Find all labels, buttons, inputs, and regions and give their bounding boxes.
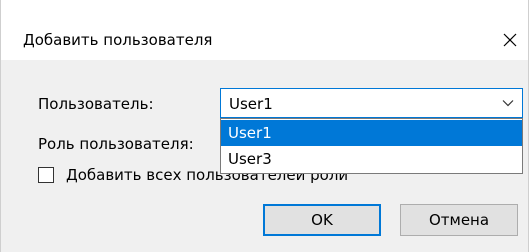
add-all-checkbox[interactable]: [38, 167, 54, 183]
cancel-button[interactable]: Отмена: [400, 204, 518, 236]
ok-button[interactable]: OK: [263, 204, 381, 236]
user-label: Пользователь:: [38, 95, 154, 113]
user-dropdown-list: User1 User3: [220, 118, 523, 174]
dialog-title: Добавить пользователя: [23, 31, 213, 49]
user-select-value: User1: [229, 95, 273, 113]
add-user-dialog: Добавить пользователя Пользователь: Роль…: [0, 0, 529, 252]
title-bar: Добавить пользователя: [1, 0, 528, 60]
close-button[interactable]: [492, 22, 528, 58]
user-option-user3[interactable]: User3: [221, 146, 522, 172]
user-option-user1[interactable]: User1: [221, 120, 522, 146]
role-label: Роль пользователя:: [38, 135, 194, 153]
user-select[interactable]: User1: [220, 88, 523, 118]
chevron-down-icon: [502, 100, 514, 107]
close-icon: [503, 33, 517, 47]
